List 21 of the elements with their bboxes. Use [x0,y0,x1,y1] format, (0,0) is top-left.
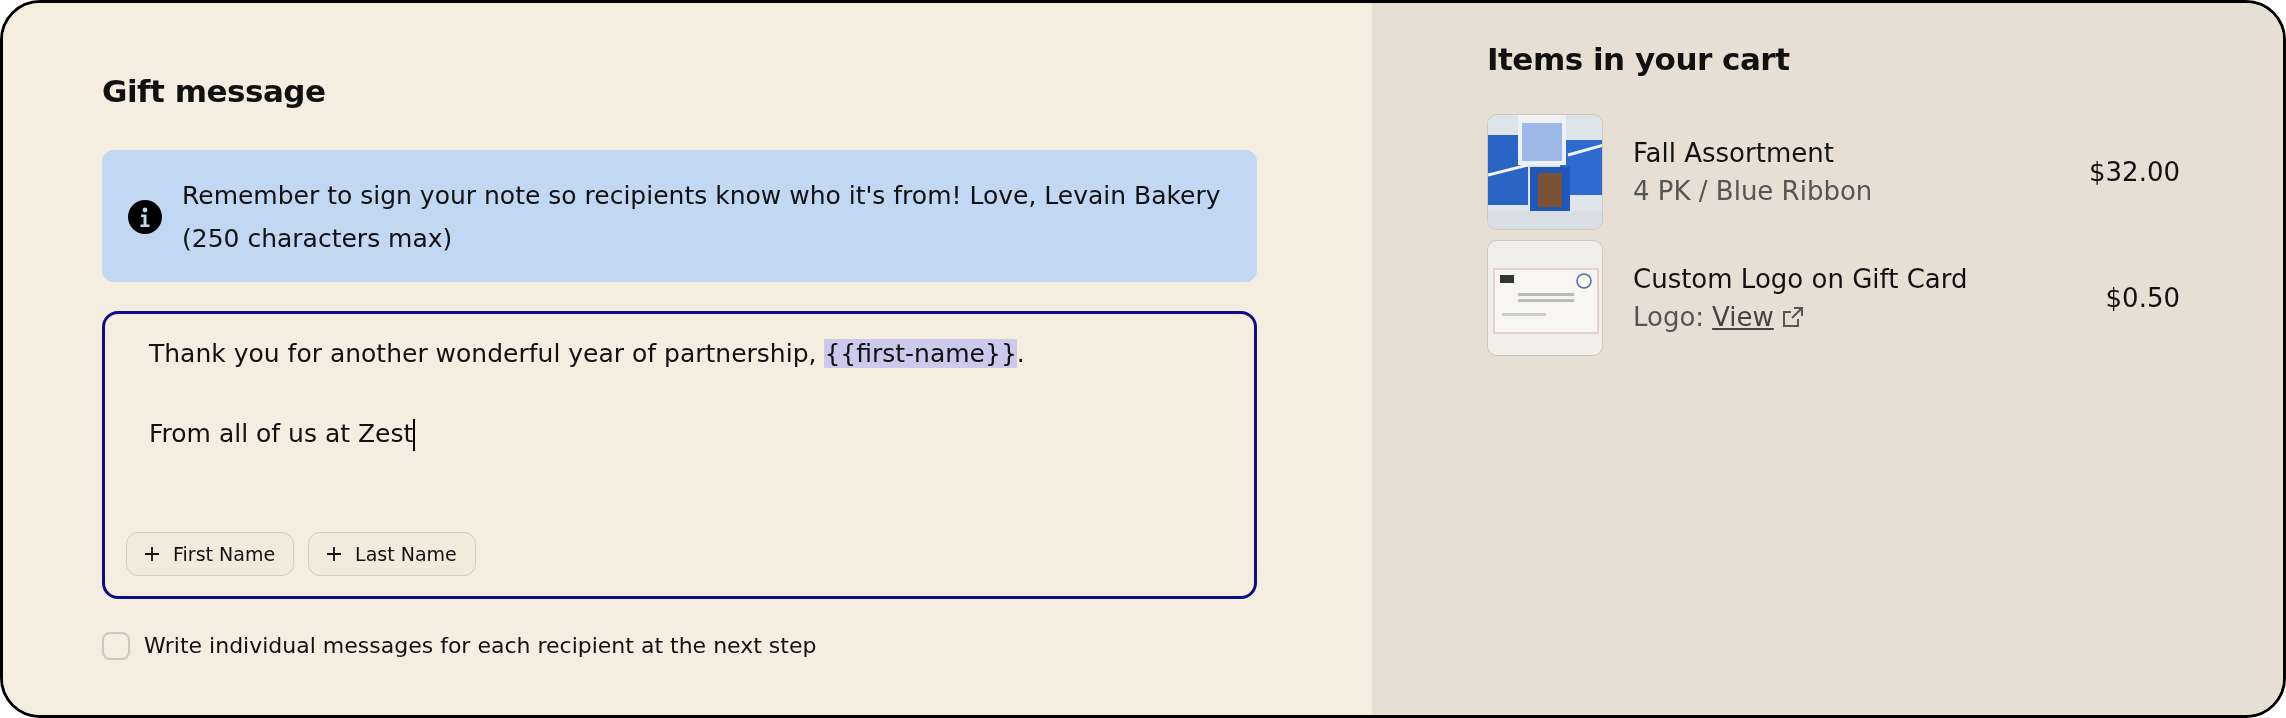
price: $32.00 [2089,155,2180,189]
plus-icon [327,546,342,561]
checkbox[interactable] [102,631,130,660]
section-title: Items in your cart [1487,41,1791,79]
product-variant: 4 PK / Blue Ribbon [1633,175,1873,209]
info-icon [128,200,162,235]
view-link[interactable]: View [1712,298,1774,337]
section-title: Gift message [102,73,327,111]
external-link-icon[interactable] [1781,306,1804,329]
insert-field-button[interactable]: First Name [126,531,295,577]
price: $0.50 [2105,281,2180,315]
checkbox-label: Write individual messages for each recipient at the next step [144,632,817,661]
product-name: Custom Logo on Gift Card [1633,263,1969,297]
plus-icon [145,546,159,561]
insert-field-button[interactable]: Last Name [308,531,476,577]
message-text: Thank you for another wonderful year of partnership, {{first-name}}. [149,338,1026,371]
message-field[interactable]: Thank you for another wonderful year of partnership, {{first-name}}. From all of us at Zest First Name Last Name [102,311,1257,600]
detail-label: Logo: [1633,301,1705,335]
message-text: From all of us at Zest [149,414,1210,455]
info-text: Remember to sign your note so recipients know who it's from! Love, Levain Bakery (250 characters max) [182,180,1222,256]
product-name: Fall Assortment [1633,137,1835,171]
